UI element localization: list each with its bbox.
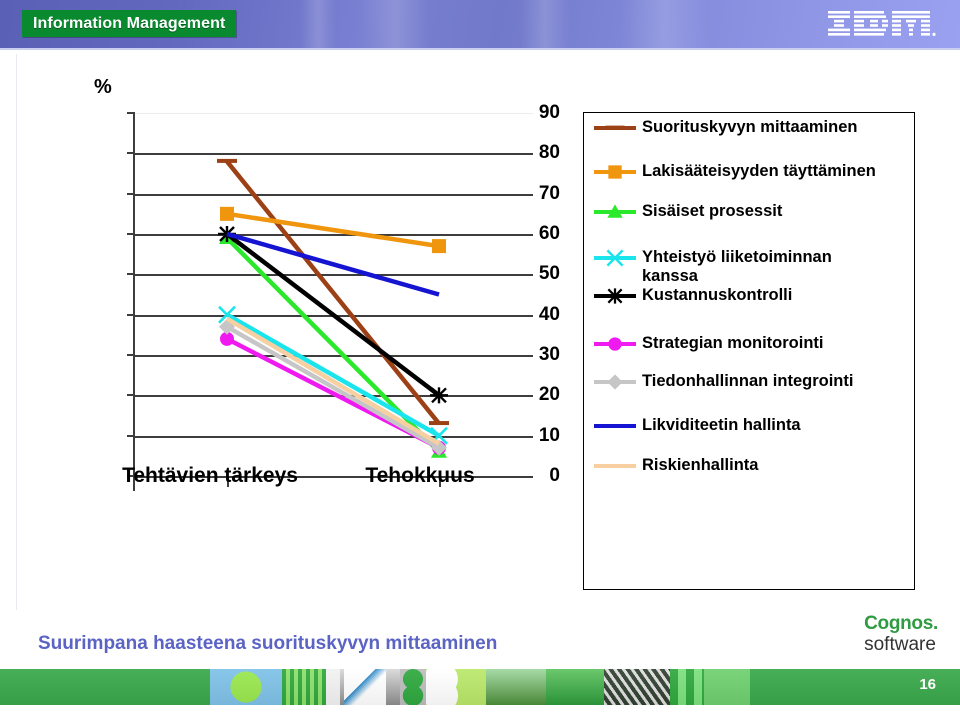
legend-label: Sisäiset prosessit: [642, 202, 783, 220]
legend-label: Tiedonhallinnan integrointi: [642, 372, 854, 390]
legend-label: Riskienhallinta: [642, 456, 759, 474]
y-tickmark: [127, 273, 135, 276]
legend-swatch-circle-icon: [592, 331, 638, 357]
brand-badge: Information Management: [22, 10, 237, 37]
legend-swatch-triangle-icon: [592, 199, 638, 225]
legend-label: Strategian monitorointi: [642, 334, 824, 352]
y-tickmark: [127, 313, 135, 316]
y-tickmark: [127, 434, 135, 437]
series-plot: [217, 158, 449, 458]
ibm-logo: [828, 11, 936, 37]
line-chart: % 90 80 70 60 50 40 30 20 10 0 Tehtävien tärkeys …: [60, 76, 560, 550]
chart-legend: Suorituskyvyn mittaaminen Lakisääteisyyde…: [583, 112, 915, 590]
series-6: [219, 318, 447, 456]
slide-body: % 90 80 70 60 50 40 30 20 10 0 Tehtävien tärkeys …: [0, 50, 960, 610]
top-banner: Information Management: [0, 0, 960, 48]
cognos-logo: Cognos. software: [864, 614, 938, 654]
legend-item[interactable]: Yhteistyö liiketoiminnan kanssa: [592, 245, 892, 286]
brand-label: Information Management: [33, 14, 226, 32]
page-number: 16: [919, 676, 936, 693]
y-tickmark: [127, 112, 135, 114]
legend-label: Suorituskyvyn mittaaminen: [642, 118, 858, 136]
legend-item[interactable]: Suorituskyvyn mittaaminen: [592, 115, 892, 141]
legend-item[interactable]: Strategian monitorointi: [592, 331, 892, 357]
legend-label: Kustannuskontrolli: [642, 286, 793, 304]
legend-swatch-diamond-icon: [592, 369, 638, 395]
banner-sheen: [360, 0, 430, 48]
footer-overlay: [0, 669, 960, 705]
y-tickmark: [127, 152, 135, 155]
slide-left-rule: [16, 54, 17, 610]
legend-swatch-square-icon: [592, 159, 638, 185]
x-axis-label-0: Tehtävien tärkeys: [122, 464, 298, 487]
legend-label: Likviditeetin hallinta: [642, 416, 801, 434]
legend-swatch-line-icon: [592, 413, 638, 439]
legend-item[interactable]: Sisäiset prosessit: [592, 199, 892, 225]
legend-label: Yhteistyö liiketoiminnan kanssa: [642, 248, 832, 286]
y-tickmark: [127, 233, 135, 235]
legend-swatch-star-icon: [592, 283, 638, 309]
legend-item[interactable]: Riskienhallinta: [592, 453, 892, 479]
y-tickmark: [127, 354, 135, 356]
banner-sheen: [620, 0, 710, 48]
legend-item[interactable]: Lakisääteisyyden täyttäminen: [592, 159, 892, 185]
legend-item[interactable]: Tiedonhallinnan integrointi: [592, 369, 892, 395]
banner-sheen: [300, 0, 336, 48]
legend-swatch-x-icon: [592, 245, 638, 271]
footer-strip: [0, 669, 960, 705]
legend-swatch-dash-icon: [592, 115, 638, 141]
y-tickmark: [127, 192, 135, 195]
plot-area: [127, 112, 533, 491]
y-tickmark: [127, 394, 135, 397]
slide-caption: Suurimpana haasteena suorituskyvyn mitta…: [38, 633, 498, 654]
cognos-wordmark: Cognos.: [864, 613, 938, 634]
legend-label: Lakisääteisyyden täyttäminen: [642, 162, 876, 180]
y-axis-unit-label: %: [94, 76, 112, 98]
legend-item[interactable]: Kustannuskontrolli: [592, 283, 892, 309]
banner-sheen: [520, 0, 570, 48]
cognos-software-label: software: [864, 634, 936, 655]
series-1: [220, 206, 446, 254]
x-axis-label-1: Tehokkuus: [365, 464, 475, 487]
legend-swatch-line-icon: [592, 453, 638, 479]
legend-item[interactable]: Likviditeetin hallinta: [592, 413, 892, 439]
